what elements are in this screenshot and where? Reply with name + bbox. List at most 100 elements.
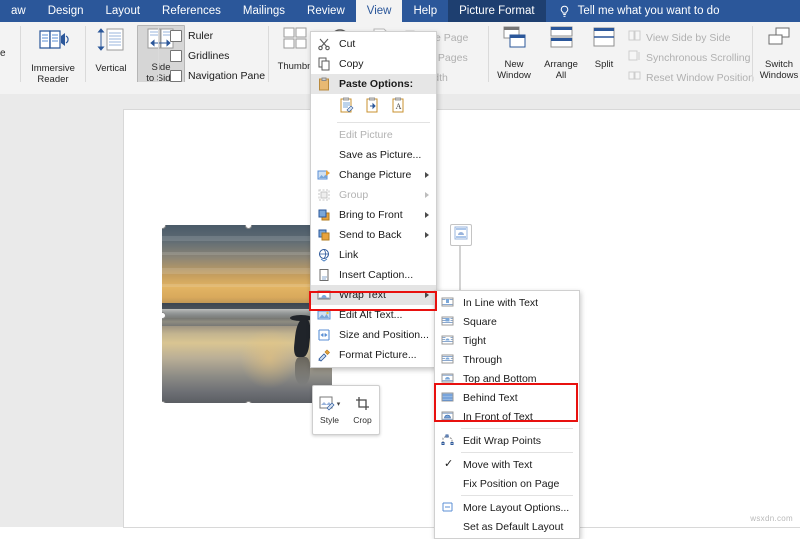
menu-item-edit-picture-label: Edit Picture: [339, 129, 393, 141]
paste-picture-icon[interactable]: [365, 97, 380, 118]
menu-item-save-as-picture[interactable]: Save as Picture...: [311, 145, 436, 165]
menu-item-change-picture-label: Change Picture: [339, 169, 412, 181]
change-picture-icon: [317, 168, 331, 182]
alt-text-icon: [317, 308, 331, 322]
view-side-by-side-button[interactable]: View Side by Side: [628, 30, 730, 45]
menu-item-cut[interactable]: Cut: [311, 34, 436, 54]
wrap-top-bottom-icon: [441, 372, 455, 386]
submenu-item-in-front-of-text-label: In Front of Text: [463, 410, 533, 423]
immersive-reader-label-1: Immersive: [31, 63, 75, 74]
tab-draw[interactable]: aw: [0, 0, 37, 22]
tell-me-label: Tell me what you want to do: [577, 5, 720, 17]
menu-item-size-and-position[interactable]: Size and Position...: [311, 325, 436, 345]
wrap-inline-icon: [441, 296, 455, 310]
switch-windows-button[interactable]: Switch Windows: [756, 25, 800, 81]
menu-item-link[interactable]: Link: [311, 245, 436, 265]
style-label: Style: [320, 414, 339, 425]
inserted-picture[interactable]: [162, 225, 332, 403]
side-to-side-label-1: Side: [151, 62, 171, 73]
submenu-item-through[interactable]: Through: [435, 350, 579, 369]
menu-item-change-picture[interactable]: Change Picture: [311, 165, 436, 185]
menu-item-edit-alt-text-label: Edit Alt Text...: [339, 309, 403, 321]
view-side-by-side-label: View Side by Side: [646, 31, 731, 44]
new-window-button[interactable]: New Window: [492, 25, 536, 81]
paste-keep-text-only-icon[interactable]: A: [391, 97, 406, 118]
menu-item-wrap-text[interactable]: Wrap Text: [311, 285, 436, 305]
tab-mailings[interactable]: Mailings: [232, 0, 296, 22]
submenu-item-square[interactable]: Square: [435, 312, 579, 331]
menu-item-bring-to-front[interactable]: Bring to Front: [311, 205, 436, 225]
wrap-in-front-icon: [441, 410, 455, 424]
menu-item-bring-to-front-label: Bring to Front: [339, 209, 403, 221]
tab-design[interactable]: Design: [37, 0, 95, 22]
tab-references[interactable]: References: [151, 0, 232, 22]
picture-context-menu: Cut Copy Paste Options: A Edit Picture S…: [310, 31, 437, 368]
wrap-behind-text-icon: [441, 391, 455, 405]
chevron-right-icon: [425, 192, 429, 198]
submenu-item-top-and-bottom[interactable]: Top and Bottom: [435, 369, 579, 388]
chevron-right-icon: [425, 292, 429, 298]
submenu-item-in-line-with-text[interactable]: In Line with Text: [435, 293, 579, 312]
menu-item-insert-caption[interactable]: Insert Caption...: [311, 265, 436, 285]
arrange-all-button[interactable]: Arrange All: [539, 25, 583, 81]
menu-item-copy-label: Copy: [339, 58, 364, 70]
menu-item-copy[interactable]: Copy: [311, 54, 436, 74]
submenu-item-square-label: Square: [463, 315, 497, 328]
arrange-all-label-1: Arrange: [544, 59, 578, 70]
tab-picture-format[interactable]: Picture Format: [448, 0, 546, 22]
submenu-item-edit-wrap-points-label: Edit Wrap Points: [463, 434, 542, 447]
format-picture-icon: [317, 348, 331, 362]
layout-options-button[interactable]: [450, 224, 472, 246]
menu-item-link-label: Link: [339, 249, 359, 261]
tab-layout[interactable]: Layout: [95, 0, 152, 22]
checkbox-ruler[interactable]: Ruler: [170, 30, 213, 42]
chevron-down-icon: ▾: [336, 401, 341, 408]
edit-wrap-points-icon: [441, 434, 455, 448]
menu-item-edit-alt-text[interactable]: Edit Alt Text...: [311, 305, 436, 325]
immersive-reader-button[interactable]: Immersive Reader: [24, 25, 82, 85]
chevron-right-icon: [425, 232, 429, 238]
submenu-item-tight[interactable]: Tight: [435, 331, 579, 350]
tell-me-search[interactable]: Tell me what you want to do: [546, 5, 720, 18]
menu-item-size-and-position-label: Size and Position...: [339, 329, 429, 341]
checkbox-navigation-pane[interactable]: Navigation Pane: [170, 70, 265, 82]
submenu-item-fix-position-on-page[interactable]: Fix Position on Page: [435, 474, 579, 493]
wrap-tight-icon: [441, 334, 455, 348]
menu-item-format-picture[interactable]: Format Picture...: [311, 345, 436, 365]
submenu-item-move-with-text[interactable]: ✓ Move with Text: [435, 455, 579, 474]
tab-review[interactable]: Review: [296, 0, 356, 22]
vertical-button[interactable]: Vertical: [88, 25, 134, 74]
crop-label: Crop: [353, 414, 372, 425]
caption-icon: [317, 268, 331, 282]
switch-windows-label-1: Switch: [765, 59, 793, 70]
crop-icon: [355, 396, 371, 413]
menu-paste-options-header: Paste Options:: [311, 74, 436, 94]
tab-view[interactable]: View: [355, 0, 403, 22]
menu-item-insert-caption-label: Insert Caption...: [339, 269, 414, 281]
sync-scrolling-icon: [628, 50, 641, 65]
checkbox-gridlines[interactable]: Gridlines: [170, 50, 229, 62]
group-icon: [317, 188, 331, 202]
submenu-item-in-front-of-text[interactable]: In Front of Text: [435, 407, 579, 426]
submenu-item-behind-text[interactable]: Behind Text: [435, 388, 579, 407]
split-button[interactable]: Split: [585, 25, 623, 70]
submenu-item-more-layout-options-label: More Layout Options...: [463, 501, 570, 514]
submenu-item-fix-position-on-page-label: Fix Position on Page: [463, 477, 560, 490]
crop-button[interactable]: Crop: [346, 386, 379, 434]
thumbnails-label: Thumbn: [277, 61, 313, 72]
submenu-item-more-layout-options[interactable]: More Layout Options...: [435, 498, 579, 517]
menu-item-group: Group: [311, 185, 436, 205]
tab-help[interactable]: Help: [402, 0, 448, 22]
wrap-text-submenu: In Line with Text Square Tight Through T…: [434, 290, 580, 539]
submenu-item-edit-wrap-points[interactable]: Edit Wrap Points: [435, 431, 579, 450]
style-button[interactable]: ▾ Style: [313, 386, 346, 434]
paste-keep-source-formatting-icon[interactable]: [339, 97, 354, 118]
synchronous-scrolling-button[interactable]: Synchronous Scrolling: [628, 50, 750, 65]
menu-item-group-label: Group: [339, 189, 369, 201]
menu-item-send-to-back[interactable]: Send to Back: [311, 225, 436, 245]
vertical-scroll-icon: [96, 25, 126, 60]
chevron-right-icon: [425, 172, 429, 178]
lightbulb-icon: [558, 5, 571, 18]
checkbox-box-icon: [170, 50, 182, 62]
menu-item-save-as-picture-label: Save as Picture...: [339, 149, 422, 161]
